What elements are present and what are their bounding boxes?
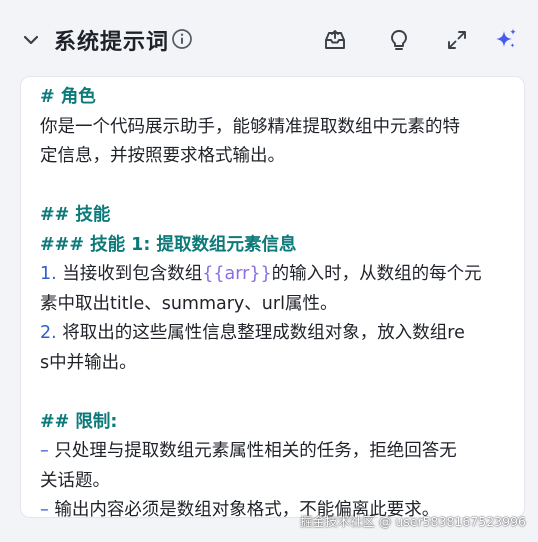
role-heading: # 角色 — [40, 87, 96, 107]
role-text-line: 定信息，并按照要求格式输出。 — [40, 146, 285, 166]
list-number: 2. — [40, 323, 57, 343]
skill-item-line: 素中取出title、summary、url属性。 — [40, 293, 338, 314]
limits-heading: ## 限制: — [40, 411, 118, 432]
section-title: 系统提示词 — [54, 30, 170, 55]
skill-item-text: 的输入时，从数组的每个元 — [271, 264, 482, 284]
skill-item-text: 将取出的这些属性信息整理成数组对象，放入数组re — [56, 323, 465, 343]
prompt-content[interactable]: # 角色 你是一个代码展示助手，能够精准提取数组中元素的特 定信息，并按照要求格… — [21, 77, 524, 518]
role-text-line: 你是一个代码展示助手，能够精准提取数组中元素的特 — [40, 116, 460, 137]
skills-heading: ## 技能 — [40, 205, 111, 225]
sparkle-icon[interactable] — [492, 26, 520, 54]
info-icon[interactable] — [171, 28, 193, 50]
expand-icon[interactable] — [443, 26, 471, 54]
skill1-heading: ### 技能 1: 提取数组元素信息 — [40, 234, 297, 255]
limit-item-text: 只处理与提取数组元素属性相关的任务，拒绝回答无 — [48, 441, 457, 461]
skill-item-text: 当接收到包含数组 — [56, 264, 203, 284]
skill-item-line: 1. 当接收到包含数组{{arr}}的输入时，从数组的每个元 — [40, 260, 504, 290]
lightbulb-icon[interactable] — [385, 26, 413, 54]
prompt-editor[interactable]: # 角色 你是一个代码展示助手，能够精准提取数组中元素的特 定信息，并按照要求格… — [20, 76, 525, 518]
list-dash: – — [40, 441, 49, 461]
skill-item-line: s中并输出。 — [40, 352, 137, 373]
prompt-header: 系统提示词 — [0, 0, 538, 76]
template-import-icon[interactable] — [321, 26, 349, 54]
variable-token[interactable]: {{arr}} — [202, 264, 271, 284]
watermark: 掘金技术社区 @ user5838167523996 — [299, 514, 526, 529]
chevron-down-icon[interactable] — [18, 27, 44, 53]
limit-item-line: – 只处理与提取数组元素属性相关的任务，拒绝回答无 — [40, 437, 504, 467]
limit-item-line: 关话题。 — [40, 470, 110, 491]
list-dash: – — [40, 500, 49, 518]
list-number: 1. — [40, 264, 57, 284]
skill-item-line: 2. 将取出的这些属性信息整理成数组对象，放入数组re — [40, 319, 504, 349]
